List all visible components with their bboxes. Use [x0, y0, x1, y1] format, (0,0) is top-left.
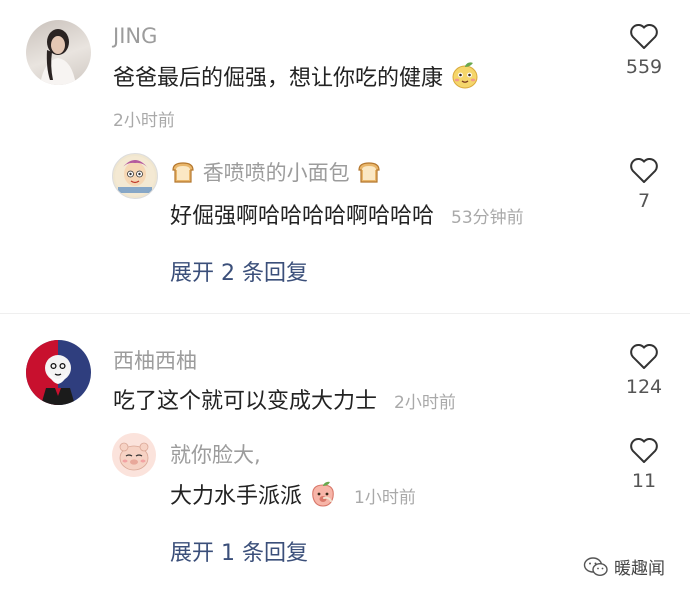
reply-text-value: 大力水手派派 [170, 484, 303, 509]
comment-author[interactable]: 西柚西柚 [113, 345, 197, 375]
comment-text[interactable]: 吃了这个就可以变成大力士 2小时前 [113, 383, 456, 415]
like-count: 124 [625, 376, 663, 398]
comment-time: 2小时前 [394, 393, 456, 413]
peach-emoji-icon [309, 480, 337, 514]
like-count: 559 [625, 56, 663, 78]
comment-text-value: 吃了这个就可以变成大力士 [113, 389, 378, 414]
comment-author[interactable]: JING [113, 24, 157, 48]
comment-time: 2小时前 [113, 111, 175, 131]
watermark: 暖趣闻 [583, 554, 665, 579]
heart-outline-icon [630, 343, 658, 369]
reply-text-value: 好倔强啊哈哈哈哈啊哈哈哈 [170, 204, 435, 229]
reply-time: 1小时前 [354, 488, 416, 508]
pear-emoji-icon [450, 60, 480, 96]
reply-author-name: 香喷喷的小面包 [202, 161, 350, 185]
heart-outline-icon [630, 157, 658, 183]
expand-replies-button[interactable]: 展开 1 条回复 [170, 535, 308, 567]
avatar[interactable] [112, 153, 158, 199]
wechat-icon [583, 556, 608, 576]
comment-text[interactable]: 爸爸最后的倔强，想让你吃的健康 [113, 60, 480, 96]
avatar[interactable] [26, 340, 91, 405]
like-button[interactable]: 7 [624, 156, 664, 212]
avatar[interactable] [112, 433, 156, 477]
watermark-text: 暖趣闻 [614, 559, 665, 579]
reply-text[interactable]: 大力水手派派 1小时前 [170, 478, 416, 514]
reply-author[interactable]: 就你脸大, [170, 439, 261, 469]
expand-replies-button[interactable]: 展开 2 条回复 [170, 255, 308, 287]
comment-text-value: 爸爸最后的倔强，想让你吃的健康 [113, 66, 444, 91]
reply-text[interactable]: 好倔强啊哈哈哈哈啊哈哈哈 53分钟前 [170, 198, 524, 230]
heart-outline-icon [630, 23, 658, 49]
heart-outline-icon [630, 437, 658, 463]
bread-emoji-icon [170, 159, 196, 190]
reply-author[interactable]: 香喷喷的小面包 [170, 157, 382, 190]
bread-emoji-icon [356, 159, 382, 190]
like-button[interactable]: 124 [624, 342, 664, 398]
avatar[interactable] [26, 20, 91, 85]
reply-time: 53分钟前 [451, 208, 524, 228]
like-count: 7 [637, 190, 651, 212]
like-button[interactable]: 559 [624, 22, 664, 78]
like-count: 11 [631, 470, 657, 492]
divider [0, 313, 690, 314]
like-button[interactable]: 11 [624, 436, 664, 492]
